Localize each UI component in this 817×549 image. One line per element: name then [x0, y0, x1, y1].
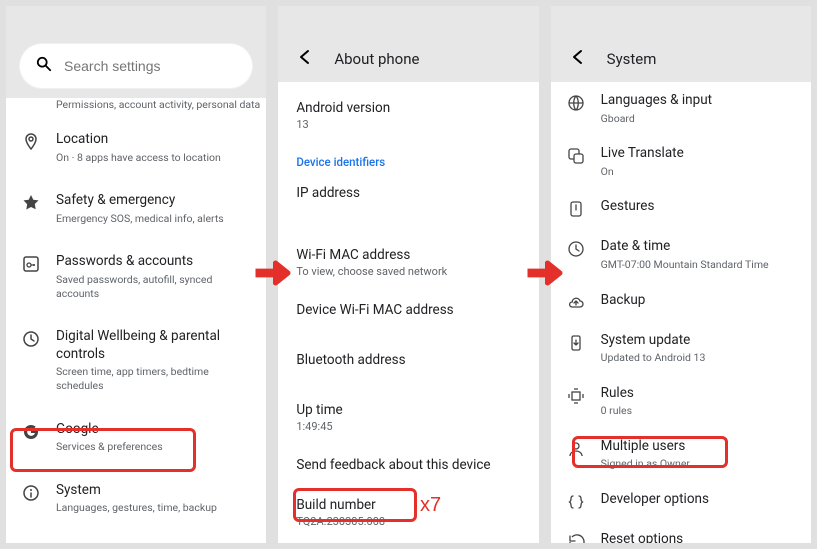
translate-icon	[565, 147, 587, 165]
row-ip-address[interactable]: IP address	[296, 185, 520, 201]
cloud-upload-icon	[565, 294, 587, 312]
row-build-number[interactable]: Build numberTQ2A.230305.008	[296, 497, 520, 528]
system-screen: System Languages & inputGboard Live Tran…	[551, 6, 811, 543]
row-date-time[interactable]: Date & timeGMT-07:00 Mountain Standard T…	[551, 228, 811, 281]
row-rules[interactable]: Rules0 rules	[551, 375, 811, 428]
asterisk-icon	[20, 194, 42, 212]
gesture-icon	[565, 200, 587, 218]
row-device-wifi-mac[interactable]: Device Wi-Fi MAC address	[296, 302, 520, 318]
rules-icon	[565, 387, 587, 405]
truncated-subtitle: Permissions, account activity, personal …	[6, 98, 266, 117]
braces-icon	[565, 493, 587, 511]
row-system[interactable]: SystemLanguages, gestures, time, backup	[6, 468, 266, 529]
key-icon	[20, 255, 42, 273]
row-reset-options[interactable]: Reset options	[551, 521, 811, 543]
clock-icon	[565, 240, 587, 258]
row-system-update[interactable]: System updateUpdated to Android 13	[551, 322, 811, 375]
row-about-phone[interactable]: About phonePixel 7	[6, 529, 266, 543]
page-title: About phone	[334, 50, 419, 68]
row-bluetooth-address[interactable]: Bluetooth address	[296, 352, 520, 368]
search-pill[interactable]	[20, 44, 252, 88]
system-update-icon	[565, 334, 587, 352]
row-wifi-mac[interactable]: Wi-Fi MAC addressTo view, choose saved n…	[296, 247, 520, 278]
wellbeing-icon	[20, 330, 42, 348]
back-arrow-icon[interactable]	[296, 48, 314, 70]
row-passwords-accounts[interactable]: Passwords & accountsSaved passwords, aut…	[6, 239, 266, 314]
row-digital-wellbeing[interactable]: Digital Wellbeing & parental controlsScr…	[6, 314, 266, 406]
row-developer-options[interactable]: Developer options	[551, 481, 811, 521]
globe-icon	[565, 94, 587, 112]
section-device-identifiers: Device identifiers	[296, 155, 520, 169]
row-android-version[interactable]: Android version 13	[296, 100, 520, 131]
about-phone-screen: About phone Android version 13 Device id…	[278, 6, 538, 543]
row-live-translate[interactable]: Live TranslateOn	[551, 135, 811, 188]
google-icon	[20, 423, 42, 441]
row-backup[interactable]: Backup	[551, 282, 811, 322]
row-google[interactable]: GoogleServices & preferences	[6, 407, 266, 468]
row-safety-emergency[interactable]: Safety & emergencyEmergency SOS, medical…	[6, 178, 266, 239]
search-icon	[36, 56, 52, 76]
annotation-x7-label: x7	[420, 494, 441, 517]
reset-icon	[565, 533, 587, 543]
row-gestures[interactable]: Gestures	[551, 188, 811, 228]
page-title: System	[607, 50, 657, 68]
location-pin-icon	[20, 133, 42, 151]
row-send-feedback[interactable]: Send feedback about this device	[296, 457, 520, 473]
row-multiple-users[interactable]: Multiple usersSigned in as Owner	[551, 428, 811, 481]
search-input[interactable]	[64, 58, 245, 74]
row-location[interactable]: LocationOn · 8 apps have access to locat…	[6, 117, 266, 178]
users-icon	[565, 440, 587, 458]
back-arrow-icon[interactable]	[569, 48, 587, 70]
row-languages-input[interactable]: Languages & inputGboard	[551, 82, 811, 135]
settings-screen: Permissions, account activity, personal …	[6, 6, 266, 543]
row-uptime[interactable]: Up time1:49:45	[296, 402, 520, 433]
info-icon	[20, 484, 42, 502]
